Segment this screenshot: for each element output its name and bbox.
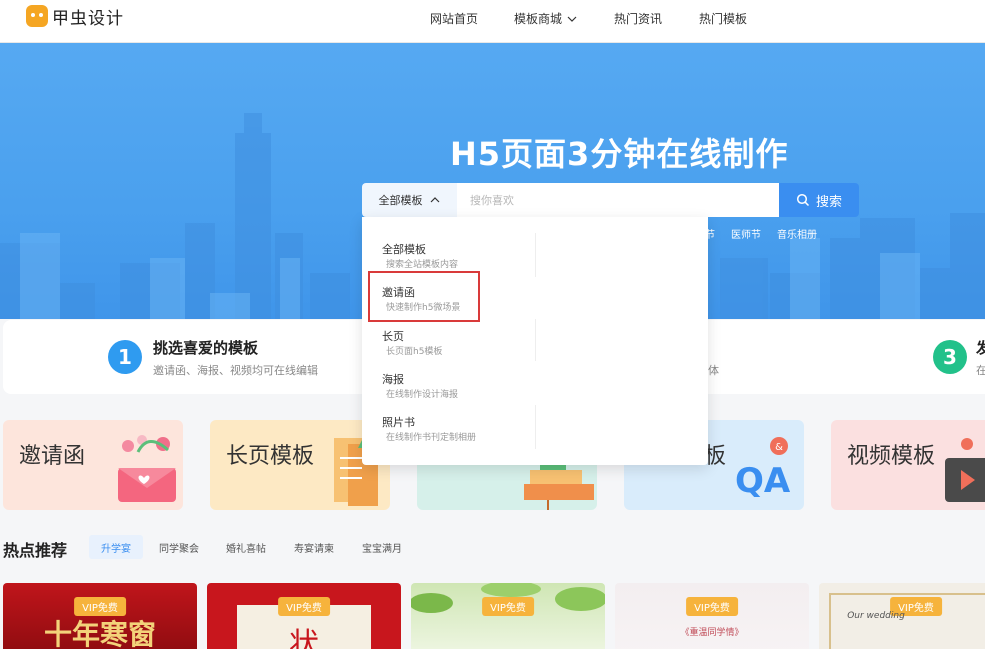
tab-baby-full-month[interactable]: 宝宝满月 bbox=[350, 535, 414, 559]
template-card-title: 状 bbox=[289, 627, 319, 649]
template-card-title: 《重温同学情》 bbox=[680, 628, 744, 638]
template-card-title: Our wedding bbox=[847, 611, 905, 621]
hot-recommend-title: 热点推荐 bbox=[3, 541, 68, 560]
vip-free-badge: VIP免费 bbox=[482, 597, 534, 616]
template-card-title: 十年寒窗 bbox=[43, 618, 156, 649]
svg-text:&: & bbox=[775, 442, 783, 453]
hot-search-tags: 节 医师节 音乐相册 bbox=[705, 226, 817, 241]
search-button[interactable]: 搜索 bbox=[779, 183, 859, 217]
dropdown-item-desc: 在线制作设计海报 bbox=[386, 390, 459, 400]
nav-item-hot-news[interactable]: 热门资讯 bbox=[614, 10, 662, 27]
hot-tag[interactable]: 音乐相册 bbox=[777, 226, 817, 241]
template-card[interactable]: VIP免费 十年寒窗 bbox=[3, 583, 197, 649]
nav-item-template-store[interactable]: 模板商城 bbox=[514, 10, 578, 27]
vip-free-badge: VIP免费 bbox=[686, 597, 738, 616]
dropdown-item-title: 全部模板 bbox=[382, 243, 426, 256]
dropdown-item-desc: 搜索全站模板内容 bbox=[386, 260, 459, 270]
vip-free-badge: VIP免费 bbox=[278, 597, 330, 616]
category-card-invitation[interactable]: 邀请函 bbox=[3, 420, 183, 510]
nav-item-home[interactable]: 网站首页 bbox=[430, 10, 478, 27]
tab-class-reunion[interactable]: 同学聚会 bbox=[147, 535, 211, 559]
nav-item-hot-templates[interactable]: 热门模板 bbox=[699, 10, 747, 27]
dropdown-item-long-page[interactable]: 长页 长页面h5模板 bbox=[370, 328, 530, 360]
divider bbox=[535, 319, 536, 361]
step-title: 挑选喜爱的模板 bbox=[153, 339, 259, 357]
nav-item-template-store-label: 模板商城 bbox=[514, 12, 563, 26]
video-player-icon bbox=[945, 438, 985, 502]
category-label: 长页模板 bbox=[226, 444, 315, 469]
search-icon bbox=[796, 193, 810, 207]
template-card[interactable]: VIP免费 Our wedding bbox=[819, 583, 985, 649]
search-category-select[interactable]: 全部模板 bbox=[362, 183, 457, 217]
hero-title: H5页面3分钟在线制作 bbox=[450, 135, 789, 173]
dropdown-item-title: 海报 bbox=[382, 373, 404, 386]
step-title: 发 bbox=[976, 339, 985, 357]
step-number: 1 bbox=[108, 340, 142, 374]
dropdown-item-desc: 长页面h5模板 bbox=[386, 347, 443, 357]
template-card[interactable]: VIP免费 bbox=[411, 583, 605, 649]
step-desc: 体 bbox=[708, 364, 719, 377]
dropdown-item-title: 照片书 bbox=[382, 416, 415, 429]
category-label: 视频模板 bbox=[847, 444, 936, 469]
tab-wedding-invite[interactable]: 婚礼喜帖 bbox=[214, 535, 278, 559]
search-button-label: 搜索 bbox=[815, 194, 842, 210]
step-number: 3 bbox=[933, 340, 967, 374]
category-card-video[interactable]: 视频模板 bbox=[831, 420, 985, 510]
svg-text:QA: QA bbox=[735, 461, 791, 500]
highlight-box bbox=[368, 271, 480, 322]
category-label: 邀请函 bbox=[19, 444, 86, 469]
dropdown-item-all-templates[interactable]: 全部模板 搜索全站模板内容 bbox=[370, 241, 530, 273]
dropdown-item-photo-book[interactable]: 照片书 在线制作书刊定制相册 bbox=[370, 414, 530, 446]
main-nav: 网站首页 模板商城 热门资讯 热门模板 bbox=[0, 0, 985, 34]
search-bar: 全部模板 搜索 bbox=[362, 183, 859, 217]
divider bbox=[535, 405, 536, 449]
books-icon bbox=[524, 460, 594, 510]
dropdown-item-desc: 在线制作书刊定制相册 bbox=[386, 433, 477, 443]
step-desc: 邀请函、海报、视频均可在线编辑 bbox=[153, 364, 318, 377]
dropdown-item-title: 长页 bbox=[382, 330, 404, 343]
search-input[interactable] bbox=[457, 183, 779, 217]
search-category-label: 全部模板 bbox=[378, 194, 423, 207]
qa-icon: & QA bbox=[735, 437, 791, 500]
dropdown-item-poster[interactable]: 海报 在线制作设计海报 bbox=[370, 371, 530, 403]
template-card[interactable]: VIP免费 《重温同学情》 bbox=[615, 583, 809, 649]
envelope-icon bbox=[118, 435, 176, 502]
tab-birthday-banquet[interactable]: 寿宴请柬 bbox=[282, 535, 346, 559]
category-dropdown-menu: 全部模板 搜索全站模板内容 邀请函 快速制作h5微场景 长页 长页面h5模板 海… bbox=[362, 217, 708, 465]
step-desc: 在 bbox=[976, 364, 985, 377]
top-header: 甲虫设计 网站首页 模板商城 热门资讯 热门模板 bbox=[0, 0, 985, 43]
hot-tag[interactable]: 医师节 bbox=[731, 226, 761, 241]
template-card[interactable]: VIP免费 状 bbox=[207, 583, 401, 649]
tab-graduation-banquet[interactable]: 升学宴 bbox=[89, 535, 143, 559]
divider bbox=[535, 233, 536, 277]
leaves-decoration-icon bbox=[411, 583, 605, 613]
chevron-up-icon bbox=[430, 197, 439, 203]
chevron-down-icon bbox=[567, 16, 577, 22]
